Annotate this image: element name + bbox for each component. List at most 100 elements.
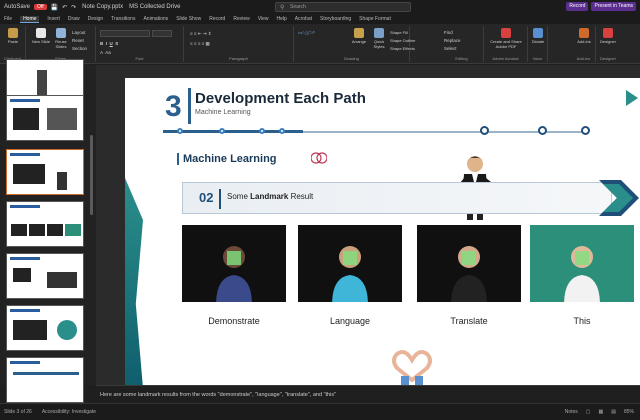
photo-caption[interactable]: Language <box>298 316 402 326</box>
titlebar-actions: Record Present in Teams <box>566 2 636 11</box>
paste-button[interactable]: Paste <box>2 28 24 44</box>
arrange-button[interactable]: Arrange <box>348 28 370 44</box>
section-heading[interactable]: Machine Learning <box>177 153 277 165</box>
chevron-right-icon <box>599 180 639 216</box>
photo-caption[interactable]: This <box>530 316 634 326</box>
group-font: B I U S A Aa Font <box>96 26 184 62</box>
timeline-node <box>279 128 285 134</box>
shape-fill-button[interactable]: Shape Fill <box>390 30 408 35</box>
shape-effects-button[interactable]: Shape Effects <box>390 46 415 51</box>
slide-thumbnail[interactable] <box>6 253 84 299</box>
create-adobe-pdf-button[interactable]: Create and Share Adobe PDF <box>486 28 526 49</box>
group-drawing: ▭○△□↗ Arrange Quick Styles Shape Fill Sh… <box>294 26 415 62</box>
tab-design[interactable]: Design <box>88 16 104 22</box>
tab-animations[interactable]: Animations <box>143 16 168 22</box>
banner-number: 02 <box>199 190 214 205</box>
section-button[interactable]: Section <box>72 46 87 51</box>
select-button[interactable]: Select <box>444 46 457 51</box>
record-button[interactable]: Record <box>566 2 589 11</box>
quick-styles-button[interactable]: Quick Styles <box>368 28 390 49</box>
slide-thumbnail[interactable] <box>6 305 84 351</box>
shapes-gallery-icon[interactable]: ▭○△□↗ <box>298 30 315 36</box>
status-bar: Slide 3 of 26 Accessibility: Investigate… <box>0 403 640 420</box>
slide-subtitle[interactable]: Machine Learning <box>195 109 251 116</box>
reuse-slides-icon <box>56 28 66 38</box>
font-size-select[interactable] <box>152 30 172 37</box>
thumbnails-scrollbar[interactable] <box>90 135 93 215</box>
title-divider <box>188 88 191 124</box>
slide-title[interactable]: Development Each Path <box>195 90 366 107</box>
landmark-photo-translate[interactable] <box>417 225 521 302</box>
add-ins-button[interactable]: Add-ins <box>573 28 595 44</box>
find-button[interactable]: Find <box>444 30 453 35</box>
designer-button[interactable]: Designer <box>597 28 619 44</box>
microphone-icon <box>533 28 543 38</box>
group-add-ins: Add-ins Add-ins <box>572 26 596 62</box>
group-paragraph: ≡ ≡ ⇤ ⇥ ⇕ ≡ ≡ ≡ ≡ ▦ Paragraph <box>184 26 294 62</box>
designer-side-panel[interactable] <box>624 78 640 118</box>
shape-outline-button[interactable]: Shape Outline <box>390 38 415 43</box>
font-family-select[interactable] <box>100 30 150 37</box>
replace-button[interactable]: Replace <box>444 38 461 43</box>
tab-help[interactable]: Help <box>276 16 286 22</box>
banner-text: Some Landmark Result <box>227 192 314 201</box>
timeline-node <box>219 128 225 134</box>
subsection-banner[interactable]: 02 Some Landmark Result <box>182 182 612 214</box>
slide-thumbnail[interactable] <box>6 95 84 141</box>
tab-view[interactable]: View <box>258 16 269 22</box>
save-location[interactable]: MS Collected Drive <box>129 4 180 10</box>
tab-review[interactable]: Review <box>233 16 249 22</box>
ribbon: Paste Clipboard New Slide Reuse Slides L… <box>0 24 640 64</box>
tab-acrobat[interactable]: Acrobat <box>295 16 312 22</box>
group-editing: Find Replace Select Editing <box>440 26 484 62</box>
person-landmark-image <box>332 246 368 302</box>
group-clipboard: Paste Clipboard <box>0 26 26 62</box>
speaker-notes[interactable]: Here are some landmark results from the … <box>96 385 640 403</box>
present-teams-button[interactable]: Present in Teams <box>591 2 636 11</box>
slide-canvas[interactable]: 3 Development Each Path Machine Learning… <box>125 78 640 388</box>
dictate-button[interactable]: Dictate <box>527 28 549 44</box>
redo-icon[interactable]: ↷ <box>71 4 76 11</box>
tab-slide-show[interactable]: Slide Show <box>176 16 201 22</box>
font-color-icon[interactable]: A Aa <box>100 50 111 55</box>
landmark-photo-demonstrate[interactable] <box>182 225 286 302</box>
tab-draw[interactable]: Draw <box>68 16 80 22</box>
file-name: Note Copy.pptx <box>82 4 124 10</box>
align-icon[interactable]: ≡ ≡ ≡ ≡ ▦ <box>190 41 210 47</box>
bullets-icon[interactable]: ≡ ≡ ⇤ ⇥ ⇕ <box>190 31 212 37</box>
slide-thumbnail[interactable] <box>6 201 84 247</box>
tab-home[interactable]: Home <box>20 15 40 23</box>
tab-shape-format[interactable]: Shape Format <box>359 16 391 22</box>
search-icon: ⚲ <box>280 5 285 11</box>
tab-record[interactable]: Record <box>209 16 225 22</box>
autosave-label: AutoSave <box>4 4 31 10</box>
landmark-photo-language[interactable] <box>298 225 402 302</box>
tab-file[interactable]: File <box>4 16 12 22</box>
zoom-level[interactable]: 85% <box>624 409 634 415</box>
reset-button[interactable]: Reset <box>72 38 84 43</box>
slide-sorter-icon[interactable]: ▦ <box>599 409 604 415</box>
search-input[interactable]: ⚲ Search <box>275 2 411 12</box>
autosave-toggle[interactable]: Off <box>34 4 47 10</box>
slide-thumbnail[interactable] <box>6 357 84 403</box>
photo-caption[interactable]: Translate <box>417 316 521 326</box>
normal-view-icon[interactable]: ▢ <box>586 409 591 415</box>
landmark-photo-this[interactable] <box>530 225 634 302</box>
undo-icon[interactable]: ↶ <box>62 4 67 11</box>
tab-insert[interactable]: Insert <box>47 16 60 22</box>
layout-button[interactable]: Layout <box>72 30 86 35</box>
decorative-wave <box>125 178 143 388</box>
timeline-node <box>581 126 590 135</box>
new-slide-button[interactable]: New Slide <box>30 28 52 44</box>
tab-storyboarding[interactable]: Storyboarding <box>320 16 351 22</box>
reuse-slides-button[interactable]: Reuse Slides <box>50 28 72 49</box>
accessibility-status[interactable]: Accessibility: Investigate <box>42 409 96 415</box>
tab-transitions[interactable]: Transitions <box>111 16 135 22</box>
bold-icon[interactable]: B I U S <box>100 41 118 46</box>
photo-caption[interactable]: Demonstrate <box>182 316 286 326</box>
reading-view-icon[interactable]: ▤ <box>611 409 616 415</box>
save-icon[interactable]: 💾 <box>51 4 58 11</box>
ribbon-tabs: File Home Insert Draw Design Transitions… <box>0 14 640 24</box>
notes-toggle[interactable]: Notes <box>565 409 578 415</box>
slide-thumbnail-selected[interactable] <box>6 149 84 195</box>
